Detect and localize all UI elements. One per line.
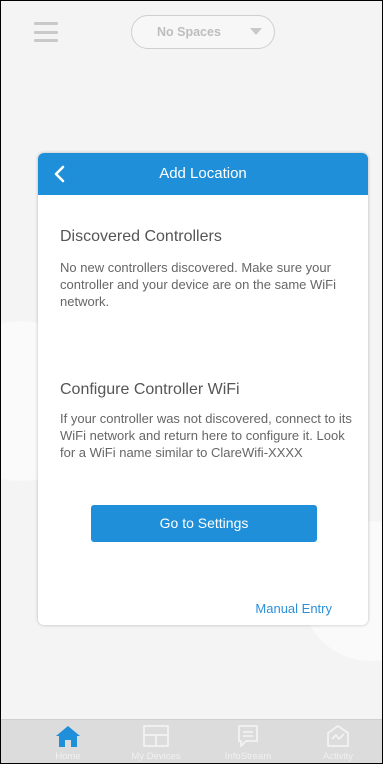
tab-label: Activity [322, 751, 354, 762]
chevron-down-icon [250, 28, 262, 35]
spaces-dropdown[interactable]: No Spaces [131, 15, 275, 49]
menu-icon[interactable] [34, 22, 58, 42]
configure-wifi-text: If your controller was not discovered, c… [60, 411, 352, 460]
go-to-settings-button[interactable]: Go to Settings [91, 505, 317, 542]
dialog-title: Add Location [159, 165, 247, 182]
configure-wifi-heading: Configure Controller WiFi [60, 381, 240, 398]
tab-infostream[interactable]: InfoStream [203, 720, 293, 763]
tab-home[interactable]: Home [23, 720, 113, 763]
infostream-icon [238, 725, 258, 747]
dialog-header: Add Location [38, 153, 368, 195]
spaces-dropdown-value: No Spaces [157, 25, 221, 39]
discovered-controllers-heading: Discovered Controllers [60, 228, 222, 245]
top-bar: No Spaces [1, 1, 382, 67]
tab-label: Home [55, 751, 81, 762]
app-screen: No Spaces Add Location Discovered Contro… [0, 0, 383, 764]
tab-label: InfoStream [224, 751, 272, 762]
discovered-controllers-text: No new controllers discovered. Make sure… [60, 260, 337, 309]
tab-my-devices[interactable]: My Devices [111, 720, 201, 763]
manual-entry-link[interactable]: Manual Entry [255, 601, 332, 616]
home-icon [56, 726, 80, 747]
activity-icon [327, 725, 349, 747]
devices-icon [143, 725, 169, 747]
add-location-dialog: Add Location Discovered Controllers No n… [38, 153, 368, 625]
tab-activity[interactable]: Activity [293, 720, 382, 763]
tab-label: My Devices [131, 751, 181, 762]
bottom-tab-bar: Home My Devices InfoStream Activity [1, 719, 382, 763]
